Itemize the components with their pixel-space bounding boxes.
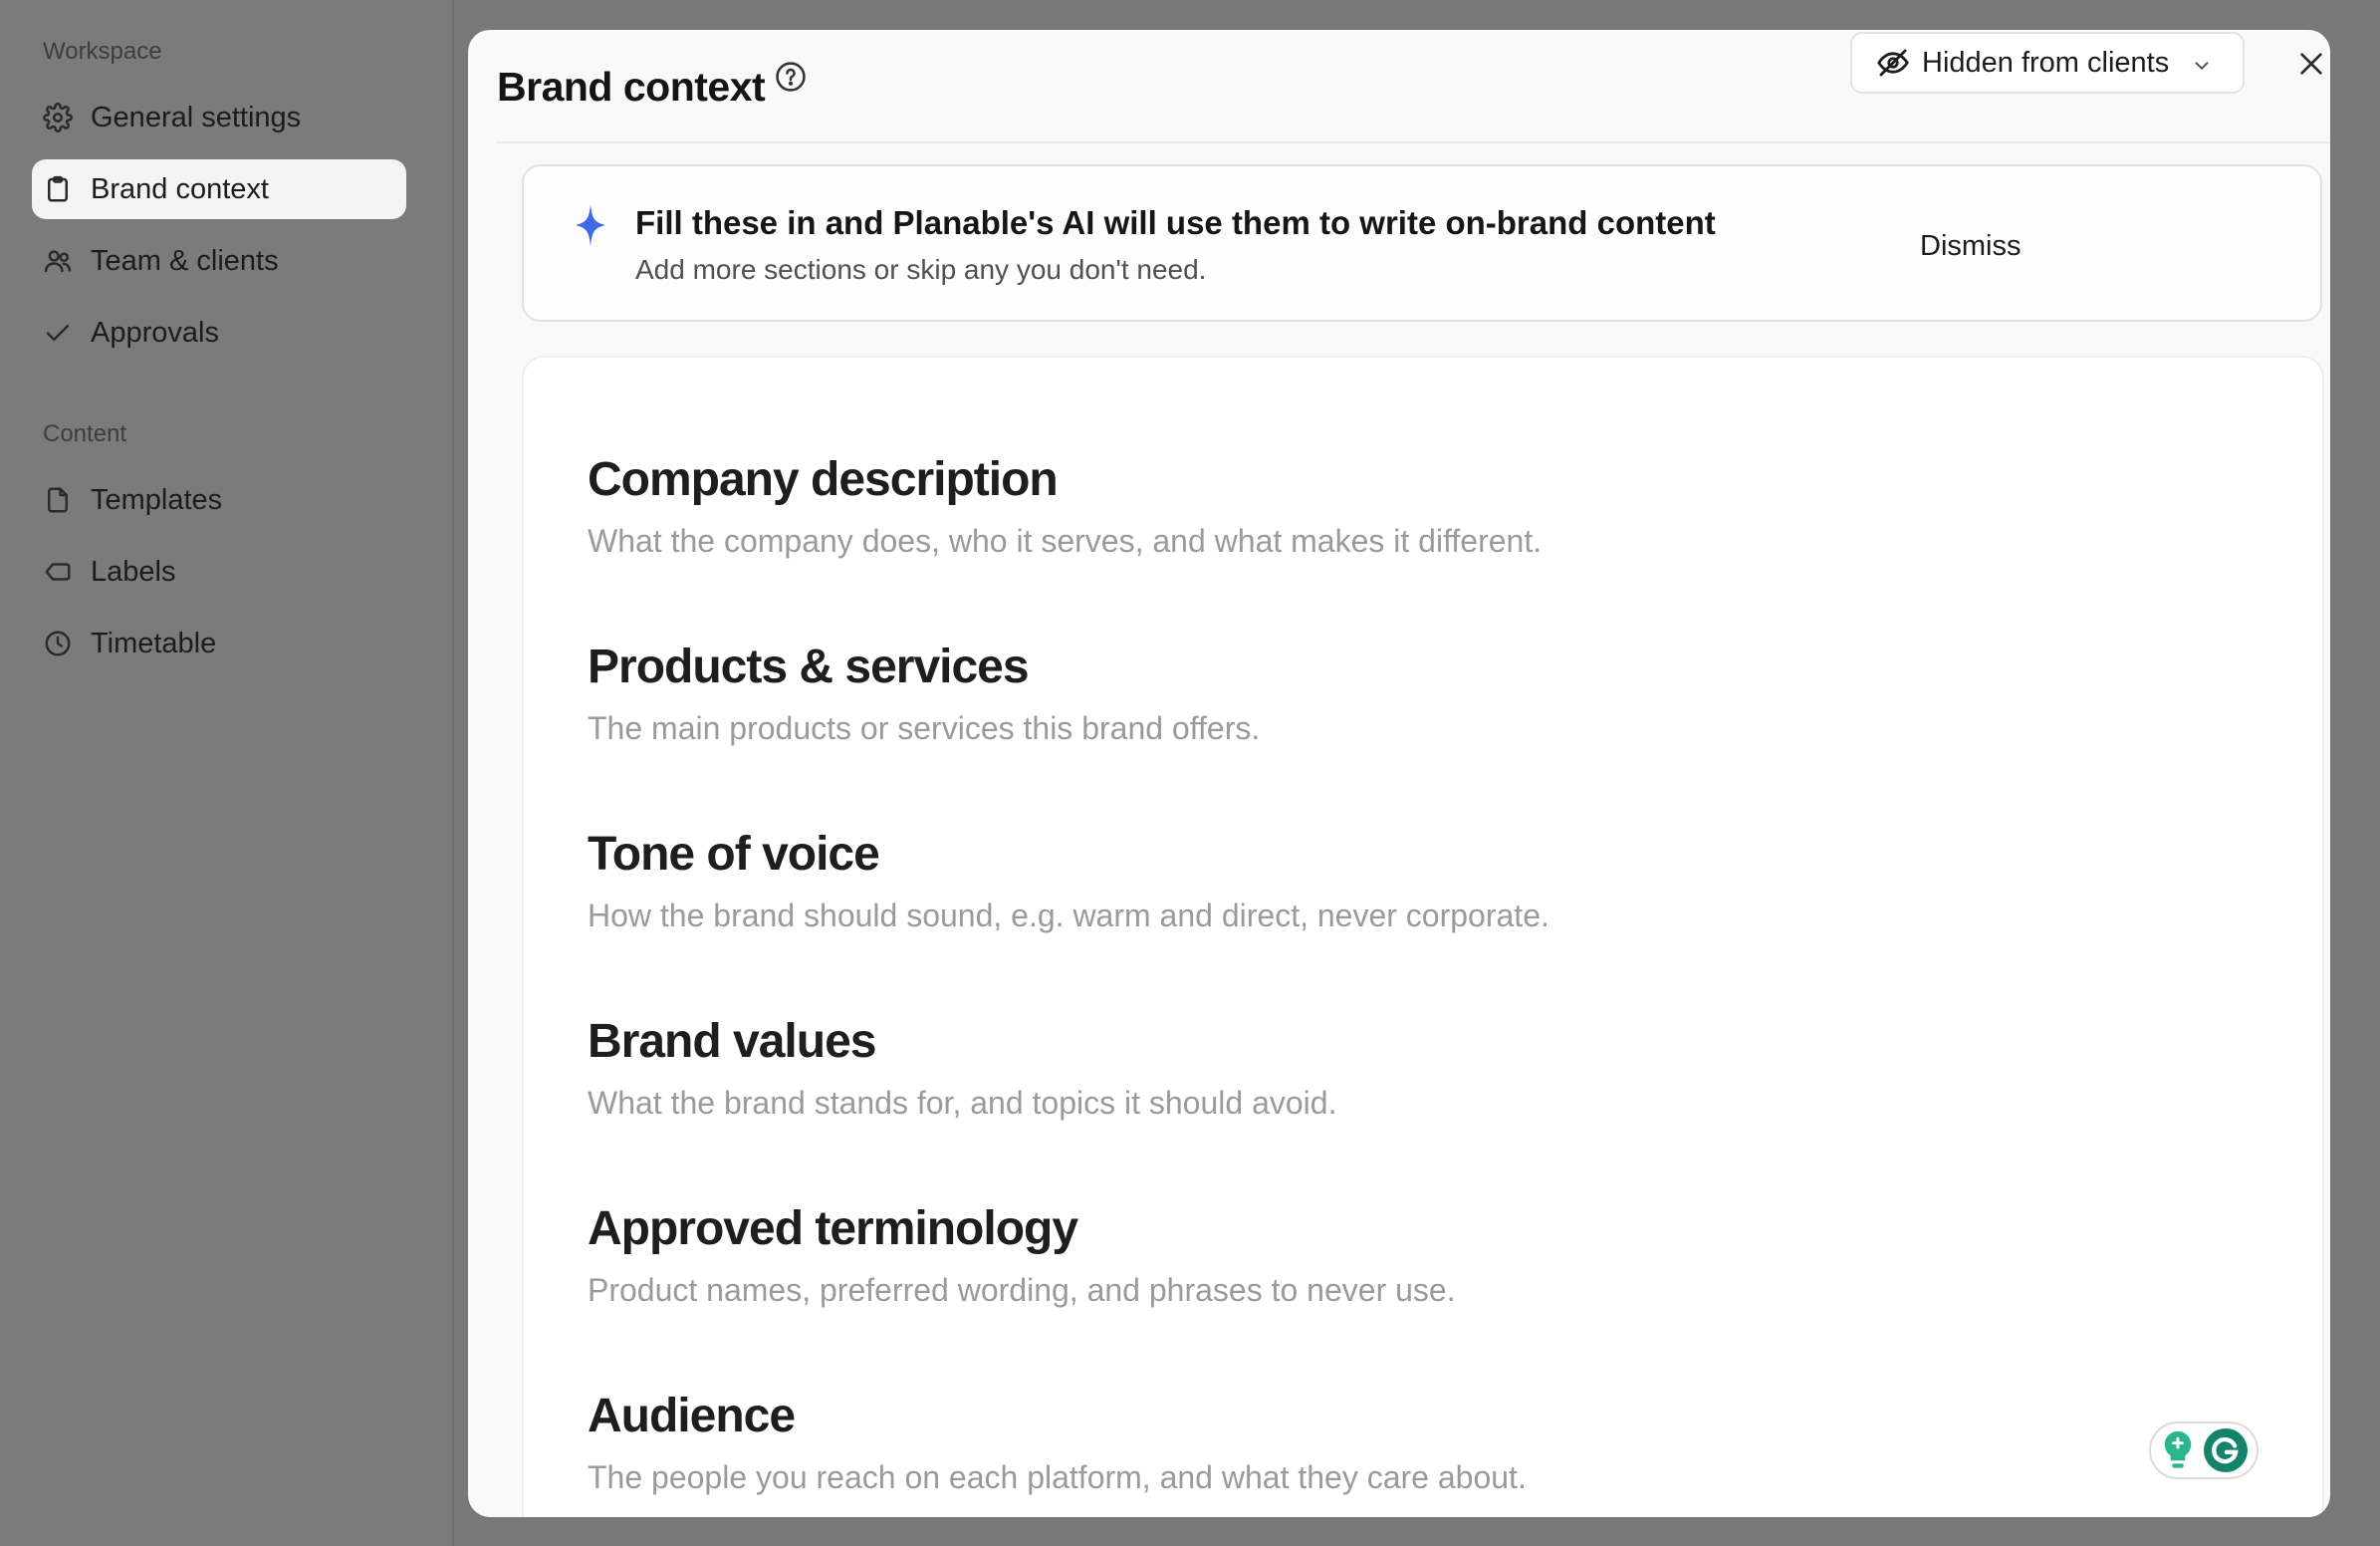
- sidebar-item-label: General settings: [91, 101, 302, 133]
- lightbulb-icon: [2160, 1428, 2196, 1472]
- section-placeholder: Product names, preferred wording, and ph…: [588, 1272, 1456, 1308]
- dismiss-button[interactable]: Dismiss: [1920, 230, 2022, 263]
- banner-subtitle: Add more sections or skip any you don't …: [635, 254, 1207, 285]
- sidebar-item-team-clients[interactable]: Team & clients: [32, 231, 406, 291]
- section-title: Approved terminology: [588, 1202, 1078, 1255]
- check-icon: [43, 318, 73, 348]
- sidebar-item-general-settings[interactable]: General settings: [32, 88, 406, 147]
- visibility-label: Hidden from clients: [1922, 46, 2170, 79]
- brand-context-sections: Company description What the company doe…: [522, 356, 2324, 1517]
- banner-title: Fill these in and Planable's AI will use…: [635, 204, 1716, 241]
- sidebar-item-brand-context[interactable]: Brand context: [32, 159, 406, 219]
- file-icon: [43, 485, 73, 515]
- eye-off-icon: [1876, 46, 1910, 80]
- grammarly-widget[interactable]: [2149, 1421, 2259, 1479]
- sidebar-item-label: Labels: [91, 555, 176, 588]
- section-placeholder: The main products or services this brand…: [588, 710, 1261, 746]
- section-approved-terminology[interactable]: Approved terminology Product names, pref…: [588, 1200, 2181, 1310]
- brand-context-modal: Brand context Hidden from clients Fill t…: [468, 30, 2330, 1517]
- ai-info-banner: Fill these in and Planable's AI will use…: [522, 164, 2322, 322]
- content-section-label: Content: [43, 420, 127, 447]
- section-placeholder: The people you reach on each platform, a…: [588, 1459, 1527, 1495]
- section-placeholder: What the company does, who it serves, an…: [588, 523, 1543, 559]
- sidebar-item-templates[interactable]: Templates: [32, 470, 406, 530]
- page-title: Brand context: [497, 64, 766, 110]
- section-brand-values[interactable]: Brand values What the brand stands for, …: [588, 1013, 2181, 1123]
- sparkle-icon: [576, 204, 605, 246]
- sidebar-item-label: Timetable: [91, 627, 217, 659]
- sidebar-item-timetable[interactable]: Timetable: [32, 614, 406, 673]
- sidebar-item-label: Templates: [91, 483, 223, 516]
- clock-icon: [43, 629, 73, 658]
- section-title: Products & services: [588, 641, 1030, 693]
- settings-sidebar: Workspace General settings Brand context…: [0, 0, 454, 1546]
- section-title: Company description: [588, 453, 1059, 506]
- close-icon[interactable]: [2295, 48, 2327, 80]
- tag-icon: [43, 557, 73, 587]
- question-circle-icon[interactable]: [774, 60, 808, 94]
- sidebar-item-label: Approvals: [91, 316, 219, 349]
- users-icon: [43, 246, 73, 276]
- section-placeholder: What the brand stands for, and topics it…: [588, 1085, 1337, 1121]
- sidebar-item-label: Team & clients: [91, 244, 279, 277]
- section-placeholder: How the brand should sound, e.g. warm an…: [588, 898, 1549, 933]
- section-audience[interactable]: Audience The people you reach on each pl…: [588, 1388, 2181, 1497]
- sidebar-item-labels[interactable]: Labels: [32, 542, 406, 602]
- section-title: Brand values: [588, 1015, 876, 1068]
- section-products-services[interactable]: Products & services The main products or…: [588, 639, 2181, 748]
- section-company-description[interactable]: Company description What the company doe…: [588, 451, 2181, 561]
- section-title: Tone of voice: [588, 828, 880, 881]
- gear-icon: [43, 103, 73, 132]
- section-title: Audience: [588, 1390, 796, 1442]
- sidebar-item-label: Brand context: [91, 172, 269, 205]
- chevron-down-icon: [2191, 52, 2213, 74]
- sidebar-item-approvals[interactable]: Approvals: [32, 303, 406, 363]
- header-divider: [497, 141, 2330, 143]
- visibility-dropdown[interactable]: Hidden from clients: [1850, 32, 2245, 94]
- workspace-section-label: Workspace: [43, 38, 162, 65]
- clipboard-icon: [43, 174, 73, 204]
- section-tone-of-voice[interactable]: Tone of voice How the brand should sound…: [588, 826, 2181, 935]
- grammarly-logo-icon: [2204, 1428, 2248, 1472]
- app-root: Workspace General settings Brand context…: [0, 0, 2380, 1546]
